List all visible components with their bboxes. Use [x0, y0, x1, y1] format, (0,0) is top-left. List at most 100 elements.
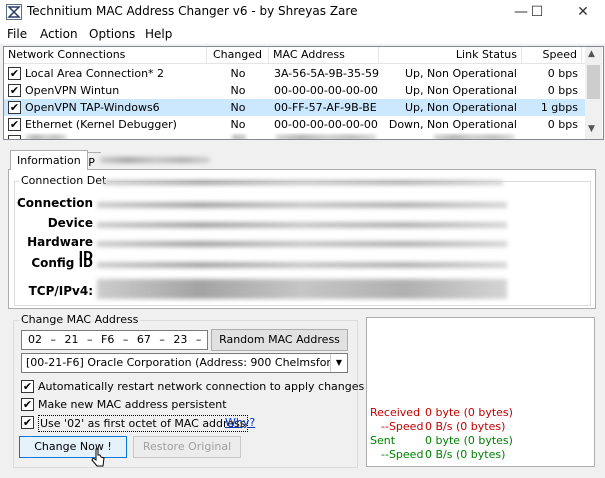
restart-label: Automatically restart network connection…: [38, 380, 365, 393]
label-tcp-ipv4: TCP/IPv4:: [28, 284, 93, 298]
row-mac: 3A-56-5A-9B-35-59: [274, 67, 379, 80]
table-row-partial[interactable]: [4, 133, 588, 139]
sent-label: Sent: [370, 434, 396, 447]
row-checkbox[interactable]: ✔: [8, 84, 21, 97]
table-row-selected[interactable]: ✔ OpenVPN TAP-Windows6 No 00-FF-57-AF-9B…: [4, 99, 588, 116]
grid-scrollbar[interactable]: ▲ ▼: [585, 47, 602, 139]
octet-separator: –: [87, 333, 93, 346]
maximize-button[interactable]: ☐: [522, 2, 552, 22]
received-label: Received: [370, 406, 421, 419]
change-mac-label: Change MAC Address: [19, 313, 141, 326]
row-name: OpenVPN Wintun: [25, 84, 120, 97]
row-changed: No: [230, 101, 246, 114]
mouse-cursor-icon: [90, 448, 106, 471]
row-mac: 00-FF-57-AF-9B-BE: [274, 101, 377, 114]
mac-octet-5[interactable]: 23: [173, 333, 187, 346]
row-speed: 0 bps: [547, 118, 578, 131]
table-row[interactable]: ✔ Ethernet (Kernel Debugger) No 00-00-00…: [4, 116, 588, 133]
tabs-blurred: [100, 157, 210, 163]
information-panel: Connection Det Connection Device Hardwar…: [8, 169, 596, 309]
chevron-down-icon[interactable]: ▼: [330, 354, 347, 372]
row-status: Up, Non Operational: [405, 101, 517, 114]
mac-octet-2[interactable]: 21: [65, 333, 79, 346]
tx-speed-value: 0 B/s (0 bytes): [425, 448, 506, 461]
tab-information[interactable]: Information: [10, 150, 88, 170]
grid-header: Network Connections Changed MAC Address …: [4, 47, 603, 64]
row-name: Local Area Connection* 2: [25, 67, 165, 80]
octet-separator: –: [159, 333, 165, 346]
menu-action[interactable]: Action: [40, 27, 78, 41]
row-name-blurred: [26, 135, 66, 139]
vendor-select-value: [00-21-F6] Oracle Corporation (Address: …: [26, 356, 347, 369]
row-status: Down, Non Operational: [388, 118, 517, 131]
change-now-button[interactable]: Change Now !: [19, 436, 127, 458]
col-speed[interactable]: Speed: [522, 47, 582, 64]
rx-speed-value: 0 B/s (0 bytes): [425, 420, 506, 433]
why-link[interactable]: Why?: [225, 416, 255, 429]
window-title: Technitium MAC Address Changer v6 - by S…: [27, 4, 358, 18]
mac-octet-1[interactable]: 02: [28, 333, 42, 346]
row-changed: No: [230, 84, 246, 97]
mac-octet-4[interactable]: 67: [137, 333, 151, 346]
restart-checkbox[interactable]: ✔: [21, 380, 34, 393]
tab-strip: Information IP: [8, 150, 356, 170]
col-changed[interactable]: Changed: [207, 47, 269, 64]
row-status: Up, Non Operational: [405, 67, 517, 80]
row-mac: 00-00-00-00-00-00: [274, 84, 378, 97]
scroll-thumb[interactable]: [587, 65, 600, 99]
row-checkbox[interactable]: ✔: [8, 67, 21, 80]
row-status: Up, Non Operational: [405, 84, 517, 97]
tx-speed-label: --Speed: [381, 448, 424, 461]
scroll-down-icon[interactable]: ▼: [588, 124, 595, 134]
value-device-blurred: [97, 222, 507, 228]
col-mac-address[interactable]: MAC Address: [269, 47, 379, 64]
connections-grid[interactable]: Network Connections Changed MAC Address …: [3, 46, 604, 140]
row-speed: 0 bps: [547, 84, 578, 97]
col-network-connections[interactable]: Network Connections: [4, 47, 207, 64]
app-icon: [6, 4, 22, 20]
persistent-checkbox[interactable]: ✔: [21, 398, 34, 411]
use-02-label: Use '02' as first octet of MAC address: [38, 415, 248, 432]
row-status-blurred: [434, 135, 514, 139]
mac-octet-3[interactable]: F6: [101, 333, 114, 346]
row-checkbox[interactable]: ✔: [8, 118, 21, 131]
row-changed: No: [230, 118, 246, 131]
octet-separator: –: [122, 333, 129, 346]
random-mac-button[interactable]: Random MAC Address: [211, 329, 348, 351]
value-connection-blurred: [97, 202, 507, 208]
menu-help[interactable]: Help: [145, 27, 172, 41]
menu-file[interactable]: File: [7, 27, 27, 41]
row-name: OpenVPN TAP-Windows6: [25, 101, 160, 114]
sent-value: 0 byte (0 bytes): [425, 434, 513, 447]
connection-details-label: Connection Det: [19, 174, 109, 187]
value-tcp-ipv4-blurred: [97, 279, 507, 299]
rx-speed-label: --Speed: [381, 420, 424, 433]
label-connection: Connection: [16, 196, 93, 210]
row-checkbox[interactable]: ✔: [8, 101, 21, 114]
row-name: Ethernet (Kernel Debugger): [25, 118, 177, 131]
persistent-label: Make new MAC address persistent: [38, 398, 227, 411]
row-speed: 0 bps: [547, 67, 578, 80]
mac-address-input[interactable]: 02 – 21 – F6 – 67 – 23 – B7: [21, 330, 208, 350]
row-speed: 1 gbps: [540, 101, 578, 114]
group-label-blurred: [103, 180, 503, 185]
table-row[interactable]: ✔ OpenVPN Wintun No 00-00-00-00-00-00 Up…: [4, 82, 588, 99]
label-config-id: Config ID: [31, 256, 93, 270]
octet-separator: –: [50, 333, 57, 346]
octet-separator: –: [195, 333, 202, 346]
value-config-id-blurred: [97, 262, 507, 268]
menu-options[interactable]: Options: [89, 27, 135, 41]
received-value: 0 byte (0 bytes): [425, 406, 513, 419]
value-hardware-id-blurred: [97, 241, 507, 247]
row-changed-blurred: [232, 135, 246, 139]
row-checkbox[interactable]: [8, 135, 21, 139]
col-link-status[interactable]: Link Status: [379, 47, 522, 64]
scroll-up-icon[interactable]: ▲: [588, 49, 595, 59]
vendor-select[interactable]: [00-21-F6] Oracle Corporation (Address: …: [21, 353, 348, 373]
use-02-checkbox[interactable]: ✔: [21, 416, 34, 429]
restore-original-button[interactable]: Restore Original: [133, 436, 241, 458]
row-mac: 00-00-00-00-00-00: [274, 118, 378, 131]
label-device: Device: [47, 216, 93, 230]
close-button[interactable]: ✕: [568, 2, 598, 22]
table-row[interactable]: ✔ Local Area Connection* 2 No 3A-56-5A-9…: [4, 65, 588, 82]
